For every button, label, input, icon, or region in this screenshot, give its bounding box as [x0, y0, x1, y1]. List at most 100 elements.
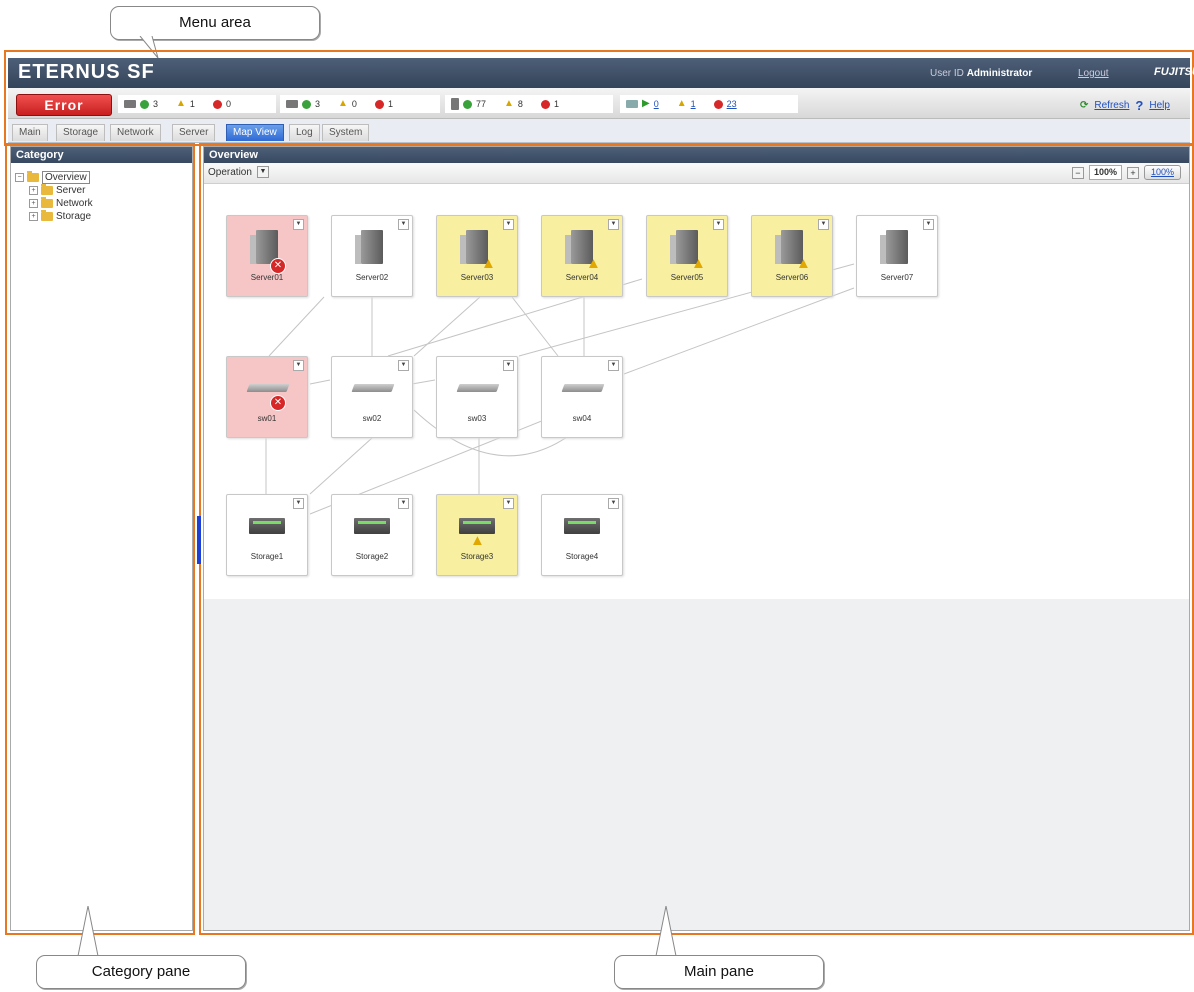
map-node-server04[interactable]: ▼ ▲ Server04	[541, 215, 623, 297]
tab-network[interactable]: Network	[110, 124, 161, 141]
map-node-server07[interactable]: ▼ Server07	[856, 215, 938, 297]
map-node-sw02[interactable]: ▼ sw02	[331, 356, 413, 438]
map-node-server02[interactable]: ▼ Server02	[331, 215, 413, 297]
server-icon	[880, 230, 908, 264]
chevron-down-icon[interactable]: ▼	[256, 166, 269, 178]
map-node-storage1[interactable]: ▼ Storage1	[226, 494, 308, 576]
node-menu-icon[interactable]: ▼	[713, 219, 724, 230]
node-menu-icon[interactable]: ▼	[608, 360, 619, 371]
map-node-sw01[interactable]: ▼ ✕ sw01	[226, 356, 308, 438]
pane-splitter-handle[interactable]	[197, 516, 201, 564]
server-icon	[124, 100, 136, 108]
status-bar: Error 3 ▲ 1 0 3 ▲ 0 1 77 ▲ 8 1 ▶ 0 ▲ 1 23 ⟳ R…	[8, 88, 1190, 119]
tree-node-overview[interactable]: − Overview	[11, 171, 192, 184]
map-node-storage4[interactable]: ▼ Storage4	[541, 494, 623, 576]
node-label: Server02	[355, 273, 389, 282]
task-error-count[interactable]: 23	[727, 99, 737, 109]
expand-icon[interactable]: +	[29, 186, 38, 195]
zoom-in-button[interactable]: +	[1126, 166, 1139, 179]
node-label: Server07	[880, 273, 914, 282]
category-pane-callout: Category pane	[36, 955, 246, 989]
node-menu-icon[interactable]: ▼	[818, 219, 829, 230]
tree-node-server[interactable]: + Server	[11, 184, 192, 197]
task-warning-count[interactable]: 1	[691, 99, 696, 109]
warning-icon: ▲	[470, 532, 485, 549]
help-icon[interactable]: ?	[1135, 98, 1143, 113]
storage-icon	[354, 518, 390, 534]
menu-area-callout-label: Menu area	[179, 14, 251, 31]
node-menu-icon[interactable]: ▼	[608, 219, 619, 230]
node-label: Storage2	[355, 552, 389, 561]
node-menu-icon[interactable]: ▼	[503, 219, 514, 230]
switch-status-group[interactable]: 3 ▲ 0 1	[280, 95, 440, 113]
tab-storage[interactable]: Storage	[56, 124, 106, 141]
operation-label: Operation	[208, 166, 252, 178]
node-menu-icon[interactable]: ▼	[398, 219, 409, 230]
folder-icon	[41, 197, 53, 208]
node-menu-icon[interactable]: ▼	[293, 498, 304, 509]
node-menu-icon[interactable]: ▼	[293, 219, 304, 230]
refresh-link[interactable]: Refresh	[1094, 100, 1129, 111]
map-node-sw03[interactable]: ▼ sw03	[436, 356, 518, 438]
expand-icon[interactable]: +	[29, 199, 38, 208]
node-label: sw02	[362, 414, 382, 423]
error-status-button[interactable]: Error	[16, 94, 112, 116]
node-menu-icon[interactable]: ▼	[503, 498, 514, 509]
tree-node-network[interactable]: + Network	[11, 197, 192, 210]
running-icon: ▶	[642, 98, 650, 109]
category-pane: Category − Overview + Server + Network +…	[10, 146, 193, 931]
tab-log[interactable]: Log	[289, 124, 320, 141]
node-menu-icon[interactable]: ▼	[398, 498, 409, 509]
tree-label-storage[interactable]: Storage	[56, 211, 91, 222]
node-menu-icon[interactable]: ▼	[923, 219, 934, 230]
ok-icon	[302, 99, 311, 109]
tab-system[interactable]: System	[322, 124, 370, 141]
storage-error-count: 1	[553, 99, 559, 109]
storage-status-group[interactable]: 77 ▲ 8 1	[445, 95, 613, 113]
main-pane-callout: Main pane	[614, 955, 824, 989]
logout-link[interactable]: Logout	[1078, 68, 1109, 79]
tab-bar: Main Storage Network Server Map View Log…	[8, 119, 1190, 143]
map-canvas[interactable]: ▼ ✕ Server01 ▼ Server02 ▼ ▲ Server03 ▼ ▲…	[204, 184, 1189, 599]
server-status-group[interactable]: 3 ▲ 1 0	[118, 95, 276, 113]
zoom-reset-button[interactable]: 100%	[1143, 165, 1181, 180]
tab-main[interactable]: Main	[12, 124, 48, 141]
node-menu-icon[interactable]: ▼	[503, 360, 514, 371]
task-running-count[interactable]: 0	[654, 99, 659, 109]
zoom-out-button[interactable]: −	[1071, 166, 1084, 179]
tab-map-view[interactable]: Map View	[226, 124, 284, 141]
expand-icon[interactable]: +	[29, 212, 38, 221]
node-label: Storage4	[565, 552, 599, 561]
warning-icon: ▲	[338, 98, 348, 109]
menu-area-callout: Menu area	[110, 6, 320, 40]
node-menu-icon[interactable]: ▼	[608, 498, 619, 509]
map-node-server06[interactable]: ▼ ▲ Server06	[751, 215, 833, 297]
zoom-level-field[interactable]: 100%	[1088, 165, 1122, 180]
ok-icon	[140, 99, 149, 109]
map-node-storage3[interactable]: ▼ ▲ Storage3	[436, 494, 518, 576]
main-pane-callout-pointer	[655, 906, 677, 957]
refresh-icon[interactable]: ⟳	[1080, 100, 1088, 111]
tree-label-overview[interactable]: Overview	[42, 171, 90, 184]
error-icon	[540, 99, 550, 109]
user-name: Administrator	[966, 68, 1033, 79]
help-link[interactable]: Help	[1149, 100, 1170, 111]
collapse-icon[interactable]: −	[15, 173, 24, 182]
map-node-server01[interactable]: ▼ ✕ Server01	[226, 215, 308, 297]
server-warning-count: 1	[189, 99, 195, 109]
node-label: Server06	[775, 273, 809, 282]
node-menu-icon[interactable]: ▼	[293, 360, 304, 371]
tree-label-server[interactable]: Server	[56, 185, 85, 196]
map-node-server05[interactable]: ▼ ▲ Server05	[646, 215, 728, 297]
user-id-label: User ID	[930, 68, 964, 79]
operation-menu[interactable]: Operation ▼	[208, 166, 269, 178]
server-icon	[355, 230, 383, 264]
tree-node-storage[interactable]: + Storage	[11, 210, 192, 223]
map-node-server03[interactable]: ▼ ▲ Server03	[436, 215, 518, 297]
tree-label-network[interactable]: Network	[56, 198, 93, 209]
node-menu-icon[interactable]: ▼	[398, 360, 409, 371]
map-node-sw04[interactable]: ▼ sw04	[541, 356, 623, 438]
task-status-group[interactable]: ▶ 0 ▲ 1 23	[620, 95, 798, 113]
map-node-storage2[interactable]: ▼ Storage2	[331, 494, 413, 576]
tab-server[interactable]: Server	[172, 124, 216, 141]
